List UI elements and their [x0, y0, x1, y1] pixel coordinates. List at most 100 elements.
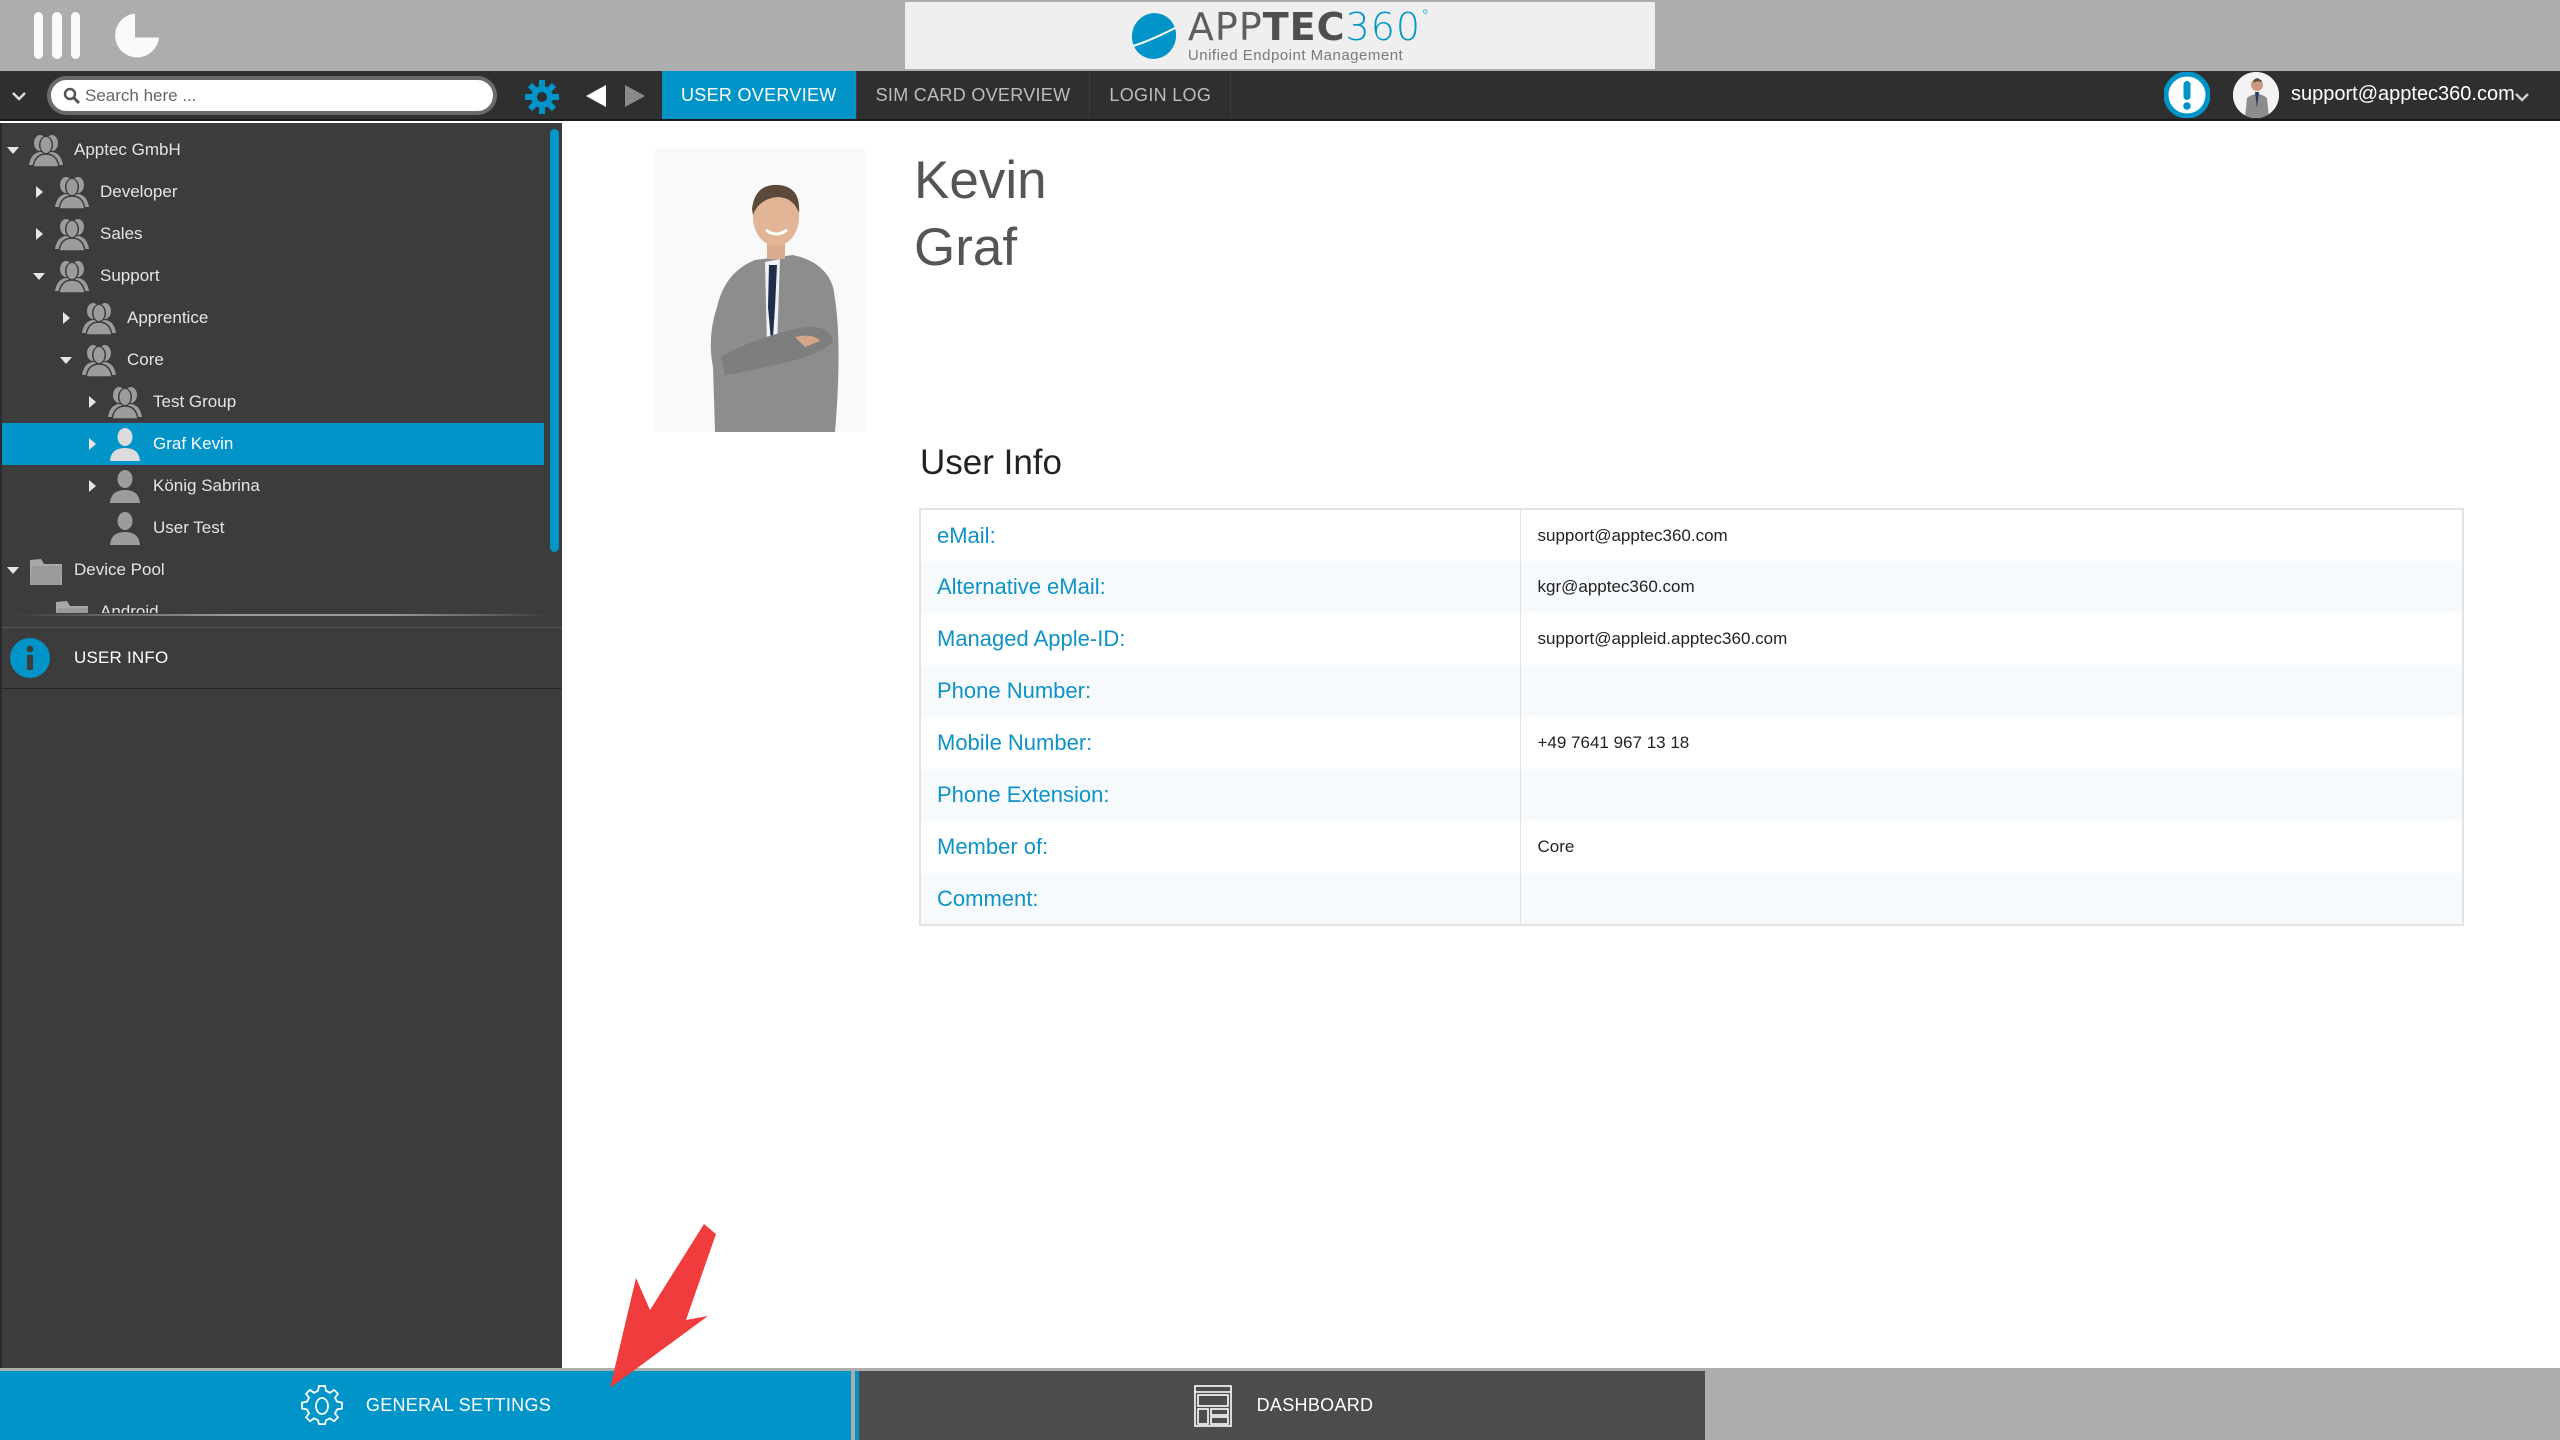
nav-bar: USER OVERVIEW SIM CARD OVERVIEW LOGIN LO…: [0, 71, 2560, 121]
tab-login-log[interactable]: LOGIN LOG: [1090, 71, 1232, 119]
user-portrait-image: [655, 147, 865, 432]
tree-item-label: Core: [127, 350, 164, 369]
general-settings-button[interactable]: GENERAL SETTINGS: [0, 1371, 851, 1440]
user-last-name: Graf: [914, 218, 1018, 277]
dashboard-layout-icon: [1193, 1384, 1232, 1427]
tree-item-test-group[interactable]: Test Group: [2, 381, 544, 423]
tree-item-label: König Sabrina: [153, 476, 260, 495]
forward-arrow-icon[interactable]: [624, 84, 646, 108]
chevron-down-icon[interactable]: [8, 85, 30, 107]
user-first-name: Kevin: [914, 151, 1047, 210]
tree-item-label: Android: [100, 602, 159, 613]
avatar[interactable]: [2233, 72, 2279, 118]
expanded-caret-icon[interactable]: [32, 269, 46, 283]
tree-item-user-test[interactable]: User Test: [2, 507, 544, 549]
collapsed-caret-icon[interactable]: [85, 437, 99, 451]
folder-icon: [54, 594, 90, 613]
tree-item-sales[interactable]: Sales: [2, 213, 544, 255]
app-logo: APPTEC360° Unified Endpoint Management: [905, 2, 1655, 69]
user-full-name: Kevin Graf: [914, 147, 1047, 281]
general-settings-label: GENERAL SETTINGS: [365, 1395, 552, 1415]
field-value: support@apptec360.com: [1537, 525, 1728, 545]
field-value: [1520, 665, 2463, 717]
tree-item-label: Developer: [100, 182, 178, 201]
group-icon: [54, 174, 90, 210]
collapsed-caret-icon[interactable]: [85, 395, 99, 409]
field-value: [1520, 769, 2463, 821]
search-input[interactable]: [85, 85, 465, 106]
tree-item-label: User Test: [153, 518, 225, 537]
tree-item-apptec-gmbh[interactable]: Apptec GmbH: [2, 129, 544, 171]
gear-icon[interactable]: [524, 79, 560, 115]
field-label: Managed Apple-ID:: [920, 613, 1521, 665]
user-info-table: eMail: support@apptec360.com Alternative e…: [919, 508, 2464, 926]
group-icon: [28, 132, 64, 168]
collapsed-caret-icon[interactable]: [59, 311, 73, 325]
info-row: Phone Number:: [920, 665, 2463, 717]
tree-item-device-pool[interactable]: Device Pool: [2, 549, 544, 591]
search-box: [47, 76, 497, 115]
dashboard-label: DASHBOARD: [1256, 1395, 1374, 1415]
tree-item-core[interactable]: Core: [2, 339, 544, 381]
account-email[interactable]: support@apptec360.com: [2291, 83, 2515, 106]
expanded-caret-icon[interactable]: [59, 353, 73, 367]
tree-item-apprentice[interactable]: Apprentice: [2, 297, 544, 339]
alert-icon[interactable]: [2164, 72, 2210, 118]
tree-item-developer[interactable]: Developer: [2, 171, 544, 213]
tree-item-label: Test Group: [153, 392, 237, 411]
tree-item-label: Apprentice: [127, 308, 209, 327]
info-row: eMail: support@apptec360.com: [920, 509, 2463, 561]
logo-wordmark: APPTEC360°: [1187, 5, 1431, 49]
expanded-caret-icon[interactable]: [6, 143, 20, 157]
tab-sim-card-overview[interactable]: SIM CARD OVERVIEW: [857, 71, 1091, 119]
group-icon: [54, 216, 90, 252]
group-icon: [107, 384, 143, 420]
tree-item-label: Support: [100, 266, 160, 285]
user-tree: Apptec GmbH Developer Sales Support Apprenti…: [2, 123, 548, 613]
tree-item-label: Device Pool: [74, 560, 165, 579]
tree-item-graf-kevin[interactable]: Graf Kevin: [2, 423, 544, 465]
back-arrow-icon[interactable]: [585, 84, 607, 108]
caret-placeholder: [85, 521, 99, 535]
bottom-bar: GENERAL SETTINGS DASHBOARD: [0, 1368, 2560, 1440]
tree-item-support[interactable]: Support: [2, 255, 544, 297]
menu-icon[interactable]: [34, 12, 80, 60]
account-menu-chevron-icon[interactable]: [2512, 87, 2532, 107]
tree-item-android[interactable]: Android: [2, 591, 544, 613]
info-row: Comment:: [920, 873, 2463, 925]
sidebar-user-info[interactable]: USER INFO: [2, 627, 564, 689]
avatar-person-icon: [2233, 72, 2279, 118]
main-content: Kevin Graf User Info eMail: support@appte…: [562, 123, 2560, 1368]
collapsed-caret-icon[interactable]: [32, 227, 46, 241]
dashboard-button[interactable]: DASHBOARD: [855, 1371, 1705, 1440]
field-label: Member of:: [920, 821, 1521, 873]
info-row: Member of: Core: [920, 821, 2463, 873]
collapsed-caret-icon[interactable]: [85, 479, 99, 493]
field-value: Core: [1537, 837, 1575, 856]
tree-divider: [12, 614, 552, 616]
tree-scrollbar[interactable]: [550, 129, 559, 552]
settings-gear-icon: [301, 1384, 343, 1425]
collapsed-caret-icon[interactable]: [32, 185, 46, 199]
group-icon: [81, 342, 117, 378]
tab-user-overview[interactable]: USER OVERVIEW: [662, 71, 857, 119]
sidebar: Apptec GmbH Developer Sales Support Apprenti…: [0, 123, 564, 1368]
field-value: kgr@apptec360.com: [1520, 561, 2463, 613]
field-label: eMail:: [920, 509, 1521, 561]
info-row: Managed Apple-ID: support@appleid.apptec3…: [920, 613, 2463, 665]
field-value: +49 7641 967 13 18: [1537, 733, 1690, 752]
field-label: Phone Number:: [920, 665, 1521, 717]
group-icon: [81, 300, 117, 336]
search-icon: [63, 87, 81, 104]
tree-item-label: Graf Kevin: [153, 434, 234, 453]
user-icon: [107, 426, 143, 462]
dashboard-pie-icon[interactable]: [113, 11, 161, 60]
user-info-label: USER INFO: [74, 648, 169, 667]
user-photo: [655, 147, 865, 432]
logo-globe-icon: [1131, 12, 1177, 59]
folder-icon: [28, 552, 64, 588]
tab-bar: USER OVERVIEW SIM CARD OVERVIEW LOGIN LO…: [662, 71, 1232, 119]
tree-item-k-nig-sabrina[interactable]: König Sabrina: [2, 465, 544, 507]
user-icon: [107, 468, 143, 504]
expanded-caret-icon[interactable]: [6, 563, 20, 577]
